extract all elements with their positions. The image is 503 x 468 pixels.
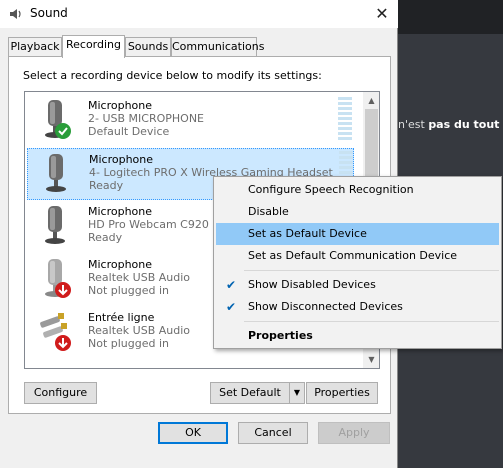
- device-status: Not plugged in: [88, 337, 170, 350]
- checkmark-icon: ✔: [226, 278, 237, 292]
- device-description: Realtek USB Audio: [88, 324, 191, 337]
- title-bar[interactable]: Sound ✕: [0, 0, 398, 28]
- menu-item-show-disconnected[interactable]: ✔ Show Disconnected Devices: [216, 296, 499, 318]
- level-meter: [338, 97, 352, 143]
- device-status: Not plugged in: [88, 284, 170, 297]
- context-menu: Configure Speech Recognition Disable Set…: [213, 176, 502, 349]
- close-button[interactable]: ✕: [372, 4, 392, 24]
- ok-button[interactable]: OK: [158, 422, 228, 444]
- menu-item-disable[interactable]: Disable: [216, 201, 499, 223]
- menu-item-properties[interactable]: Properties: [216, 325, 499, 347]
- microphone-icon: [45, 206, 65, 244]
- window-title: Sound: [30, 6, 68, 20]
- device-name: Microphone: [88, 99, 153, 112]
- device-name: Entrée ligne: [88, 311, 155, 324]
- scroll-up-arrow-icon[interactable]: ▲: [363, 92, 379, 109]
- default-check-icon: [55, 123, 71, 139]
- tab-communications[interactable]: Communications: [171, 37, 264, 57]
- tab-playback[interactable]: Playback: [8, 37, 62, 57]
- device-description: 2- USB MICROPHONE: [88, 112, 204, 125]
- cancel-button[interactable]: Cancel: [238, 422, 308, 444]
- device-status: Default Device: [88, 125, 170, 138]
- device-name: Microphone: [88, 258, 153, 271]
- device-item[interactable]: Microphone 2- USB MICROPHONE Default Dev…: [27, 95, 354, 147]
- device-status: Ready: [88, 231, 123, 244]
- tab-recording[interactable]: Recording: [62, 35, 125, 58]
- menu-item-label: Show Disabled Devices: [248, 278, 376, 291]
- checkmark-icon: ✔: [226, 300, 237, 314]
- tab-sounds[interactable]: Sounds: [125, 37, 171, 57]
- speaker-icon: [10, 9, 21, 19]
- microphone-icon: [45, 100, 71, 139]
- set-default-button[interactable]: Set Default: [210, 382, 290, 404]
- properties-button[interactable]: Properties: [306, 382, 378, 404]
- device-description: Realtek USB Audio: [88, 271, 191, 284]
- menu-separator: [244, 321, 499, 322]
- configure-button[interactable]: Configure: [24, 382, 97, 404]
- device-status: Ready: [89, 179, 124, 192]
- menu-item-set-default-device[interactable]: Set as Default Device: [216, 223, 499, 245]
- menu-item-label: Show Disconnected Devices: [248, 300, 403, 313]
- device-name: Microphone: [88, 205, 153, 218]
- apply-button[interactable]: Apply: [318, 422, 390, 444]
- microphone-icon: [45, 259, 71, 298]
- menu-item-configure-speech[interactable]: Configure Speech Recognition: [216, 179, 499, 201]
- line-in-cable-icon: [40, 313, 71, 351]
- device-description: HD Pro Webcam C920: [88, 218, 209, 231]
- device-name: Microphone: [89, 153, 154, 166]
- set-default-dropdown-arrow-icon[interactable]: ▼: [289, 382, 305, 404]
- menu-item-show-disabled[interactable]: ✔ Show Disabled Devices: [216, 274, 499, 296]
- menu-separator: [244, 270, 499, 271]
- microphone-icon: [46, 154, 66, 192]
- background-app-topbar: [398, 0, 503, 34]
- scroll-down-arrow-icon[interactable]: ▼: [363, 351, 379, 368]
- instruction-text: Select a recording device below to modif…: [23, 69, 322, 82]
- menu-item-set-default-communication[interactable]: Set as Default Communication Device: [216, 245, 499, 267]
- background-chat-snippet: n'est pas du tout: [398, 118, 500, 131]
